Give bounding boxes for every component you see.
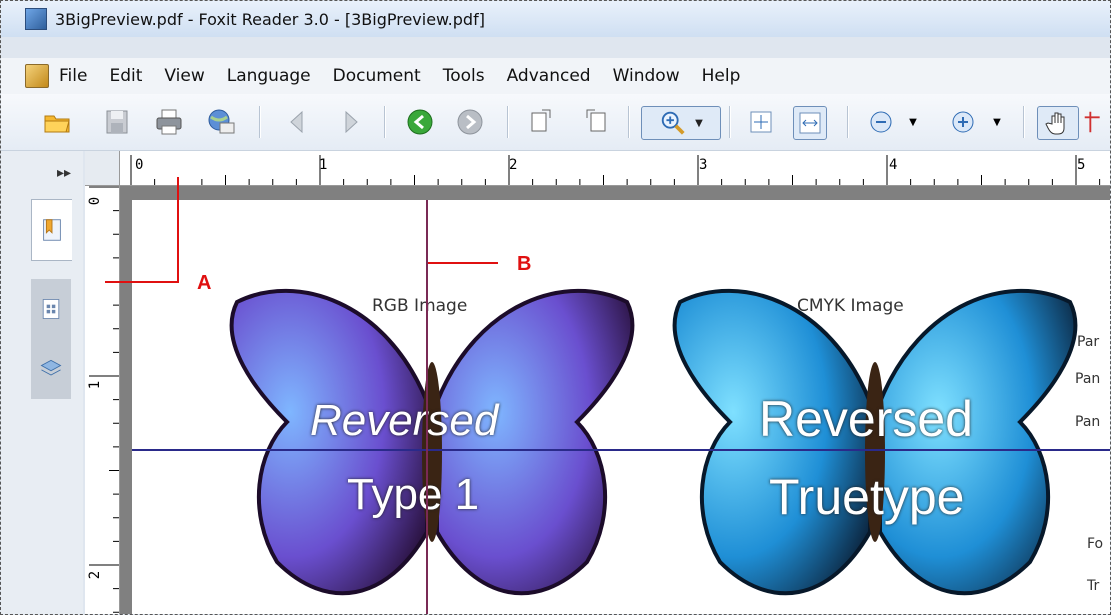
- document-view[interactable]: RGB Image CMYK Image Reversed Type 1 Rev…: [120, 186, 1110, 614]
- menu-edit[interactable]: Edit: [109, 66, 142, 86]
- annotation-b-label: B: [517, 253, 532, 275]
- menu-bar: File Edit View Language Document Tools A…: [1, 58, 1110, 94]
- ruler-label: 1: [87, 380, 104, 390]
- window-title: 3BigPreview.pdf - Foxit Reader 3.0 - [3B…: [55, 9, 485, 29]
- hand-tool-icon[interactable]: [1037, 106, 1079, 140]
- zoom-plus-dropdown-icon[interactable]: ▼: [987, 106, 1007, 138]
- foxit-reader-window: 3BigPreview.pdf - Foxit Reader 3.0 - [3B…: [0, 0, 1111, 615]
- fit-width-icon[interactable]: [793, 106, 827, 140]
- rgb-reversed-text: Reversed: [310, 396, 499, 445]
- zoom-out-icon[interactable]: [865, 106, 897, 138]
- ruler-label: 1: [319, 157, 328, 173]
- menu-document[interactable]: Document: [333, 66, 421, 86]
- menu-window[interactable]: Window: [613, 66, 680, 86]
- previous-page-icon[interactable]: [281, 106, 313, 138]
- bookmark-icon: [43, 219, 61, 241]
- pages-tab[interactable]: [31, 279, 71, 339]
- go-back-icon[interactable]: [404, 106, 436, 138]
- menu-file[interactable]: File: [59, 66, 87, 86]
- expand-panel-icon[interactable]: ▸▸: [57, 165, 71, 181]
- foxit-app-icon: [25, 8, 47, 30]
- ruler-label: 3: [699, 157, 708, 173]
- open-folder-icon[interactable]: [41, 106, 73, 138]
- cmyk-truetype-text: Truetype: [769, 469, 965, 525]
- pdf-page[interactable]: RGB Image CMYK Image Reversed Type 1 Rev…: [132, 200, 1110, 614]
- rotate-left-icon[interactable]: [525, 106, 557, 138]
- menu-help[interactable]: Help: [702, 66, 741, 86]
- save-icon[interactable]: [101, 106, 133, 138]
- annotation-b-line: [428, 262, 498, 264]
- horizontal-ruler[interactable]: 0 1 2 3 4 5: [85, 151, 1110, 186]
- layers-icon: [40, 359, 62, 376]
- ruler-label: 0: [87, 196, 104, 206]
- go-forward-icon[interactable]: [454, 106, 486, 138]
- annotation-a-vertical-line: [177, 177, 179, 283]
- cmyk-image-caption: CMYK Image: [797, 296, 904, 316]
- ruler-label: 2: [87, 570, 104, 580]
- side-text: Fo: [1087, 536, 1104, 552]
- main-toolbar: ▼ ▼ ▼: [1, 94, 1110, 151]
- bookmarks-tab[interactable]: [31, 199, 72, 261]
- email-icon[interactable]: [205, 106, 237, 138]
- zoom-out-dropdown-icon[interactable]: ▼: [903, 106, 923, 138]
- horizontal-guide-line[interactable]: [132, 449, 1110, 451]
- ruler-label: 2: [509, 157, 518, 173]
- next-page-icon[interactable]: [335, 106, 367, 138]
- rotate-right-icon[interactable]: [580, 106, 612, 138]
- layers-tab[interactable]: [31, 339, 71, 399]
- rgb-image-caption: RGB Image: [372, 296, 468, 316]
- navigation-panel: ▸▸: [1, 151, 83, 614]
- zoom-plus-icon[interactable]: [947, 106, 979, 138]
- side-text: Tr: [1087, 578, 1100, 594]
- menu-language[interactable]: Language: [227, 66, 311, 86]
- print-icon[interactable]: [153, 106, 185, 138]
- side-text: Pan: [1075, 414, 1101, 430]
- cmyk-reversed-text: Reversed: [759, 391, 973, 447]
- rgb-type1-text: Type 1: [347, 470, 480, 519]
- annotation-a-label: A: [197, 272, 212, 294]
- side-text: Pan: [1075, 371, 1101, 387]
- select-tool-icon[interactable]: [1081, 106, 1109, 138]
- page-thumbnails-icon: [42, 299, 60, 319]
- title-bar: 3BigPreview.pdf - Foxit Reader 3.0 - [3B…: [1, 1, 1110, 37]
- annotation-a-horizontal-line: [105, 281, 179, 283]
- menu-advanced[interactable]: Advanced: [507, 66, 591, 86]
- fit-page-icon[interactable]: [745, 106, 777, 138]
- vertical-ruler[interactable]: 0 1 2: [85, 185, 120, 614]
- ruler-label: 4: [889, 157, 898, 173]
- menu-tools[interactable]: Tools: [443, 66, 485, 86]
- side-text: Par: [1077, 334, 1100, 350]
- zoom-in-tool-icon[interactable]: ▼: [641, 106, 721, 140]
- ruler-corner: [85, 151, 120, 186]
- document-menu-icon[interactable]: [25, 64, 49, 88]
- menu-view[interactable]: View: [164, 66, 204, 86]
- ruler-label: 5: [1077, 157, 1086, 173]
- ruler-label: 0: [135, 157, 144, 173]
